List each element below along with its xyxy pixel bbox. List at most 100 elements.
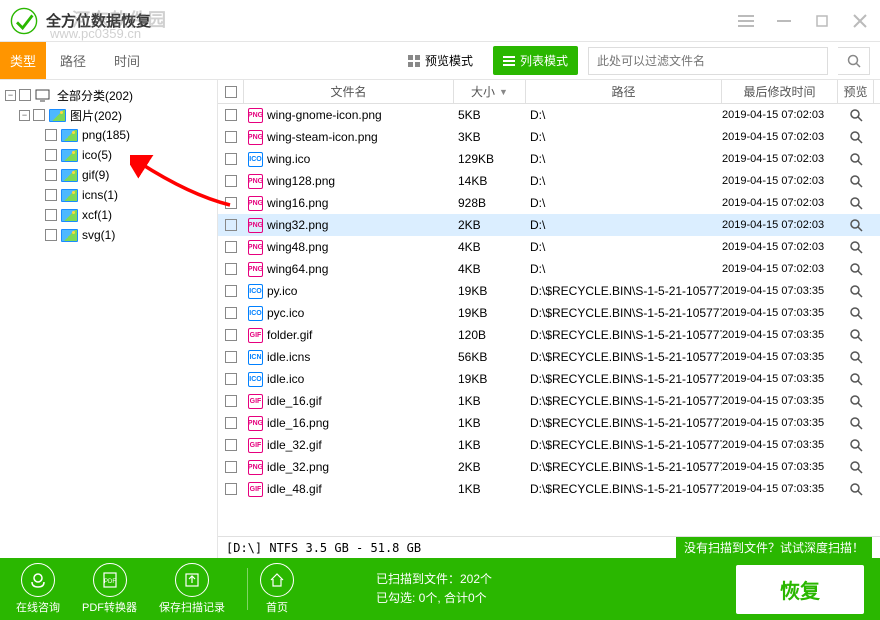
preview-button[interactable] xyxy=(838,460,874,474)
tab-time[interactable]: 时间 xyxy=(100,42,154,79)
row-checkbox[interactable] xyxy=(225,351,237,363)
home-button[interactable]: 首页 xyxy=(260,563,294,615)
preview-button[interactable] xyxy=(838,108,874,122)
tree-item[interactable]: gif(9) xyxy=(5,165,212,185)
preview-button[interactable] xyxy=(838,284,874,298)
magnifier-icon[interactable] xyxy=(849,218,863,232)
filter-search-button[interactable] xyxy=(838,47,870,75)
checkbox[interactable] xyxy=(19,89,31,101)
tree-item[interactable]: xcf(1) xyxy=(5,205,212,225)
checkbox[interactable] xyxy=(45,189,57,201)
table-row[interactable]: PNGwing32.png 2KB D:\ 2019-04-15 07:02:0… xyxy=(218,214,880,236)
row-checkbox[interactable] xyxy=(225,439,237,451)
menu-button[interactable] xyxy=(736,11,756,31)
magnifier-icon[interactable] xyxy=(849,130,863,144)
checkbox[interactable] xyxy=(33,109,45,121)
magnifier-icon[interactable] xyxy=(849,416,863,430)
preview-button[interactable] xyxy=(838,240,874,254)
row-checkbox[interactable] xyxy=(225,153,237,165)
preview-button[interactable] xyxy=(838,306,874,320)
checkbox[interactable] xyxy=(45,129,57,141)
preview-button[interactable] xyxy=(838,152,874,166)
table-row[interactable]: ICOidle.ico 19KB D:\$RECYCLE.BIN\S-1-5-2… xyxy=(218,368,880,390)
preview-button[interactable] xyxy=(838,130,874,144)
preview-button[interactable] xyxy=(838,372,874,386)
row-checkbox[interactable] xyxy=(225,263,237,275)
minimize-button[interactable] xyxy=(774,11,794,31)
row-checkbox[interactable] xyxy=(225,395,237,407)
save-scan-button[interactable]: 保存扫描记录 xyxy=(159,563,225,615)
magnifier-icon[interactable] xyxy=(849,328,863,342)
row-checkbox[interactable] xyxy=(225,197,237,209)
recover-button[interactable]: 恢复 xyxy=(736,565,864,614)
preview-button[interactable] xyxy=(838,328,874,342)
row-checkbox[interactable] xyxy=(225,373,237,385)
preview-button[interactable] xyxy=(838,438,874,452)
magnifier-icon[interactable] xyxy=(849,152,863,166)
pdf-converter-button[interactable]: PDF PDF转换器 xyxy=(82,563,137,615)
header-checkbox[interactable] xyxy=(218,80,244,103)
preview-button[interactable] xyxy=(838,218,874,232)
file-rows-container[interactable]: PNGwing-gnome-icon.png 5KB D:\ 2019-04-1… xyxy=(218,104,880,536)
preview-button[interactable] xyxy=(838,482,874,496)
row-checkbox[interactable] xyxy=(225,417,237,429)
tree-images[interactable]: − 图片(202) xyxy=(5,105,212,125)
table-row[interactable]: PNGwing-gnome-icon.png 5KB D:\ 2019-04-1… xyxy=(218,104,880,126)
table-row[interactable]: GIFidle_32.gif 1KB D:\$RECYCLE.BIN\S-1-5… xyxy=(218,434,880,456)
checkbox[interactable] xyxy=(45,229,57,241)
row-checkbox[interactable] xyxy=(225,241,237,253)
row-checkbox[interactable] xyxy=(225,461,237,473)
preview-button[interactable] xyxy=(838,350,874,364)
magnifier-icon[interactable] xyxy=(849,460,863,474)
magnifier-icon[interactable] xyxy=(849,394,863,408)
row-checkbox[interactable] xyxy=(225,109,237,121)
magnifier-icon[interactable] xyxy=(849,174,863,188)
table-row[interactable]: GIFfolder.gif 120B D:\$RECYCLE.BIN\S-1-5… xyxy=(218,324,880,346)
preview-button[interactable] xyxy=(838,394,874,408)
magnifier-icon[interactable] xyxy=(849,262,863,276)
preview-button[interactable] xyxy=(838,196,874,210)
row-checkbox[interactable] xyxy=(225,175,237,187)
table-row[interactable]: GIFidle_16.gif 1KB D:\$RECYCLE.BIN\S-1-5… xyxy=(218,390,880,412)
list-mode-button[interactable]: 列表模式 xyxy=(493,46,578,75)
magnifier-icon[interactable] xyxy=(849,372,863,386)
magnifier-icon[interactable] xyxy=(849,240,863,254)
checkbox[interactable] xyxy=(45,169,57,181)
magnifier-icon[interactable] xyxy=(849,350,863,364)
tab-path[interactable]: 路径 xyxy=(46,42,100,79)
header-mtime[interactable]: 最后修改时间 xyxy=(722,80,838,103)
row-checkbox[interactable] xyxy=(225,285,237,297)
checkbox[interactable] xyxy=(45,209,57,221)
preview-mode-button[interactable]: 预览模式 xyxy=(398,46,483,75)
table-row[interactable]: PNGwing128.png 14KB D:\ 2019-04-15 07:02… xyxy=(218,170,880,192)
collapse-icon[interactable]: − xyxy=(5,90,16,101)
collapse-icon[interactable]: − xyxy=(19,110,30,121)
header-size[interactable]: 大小▼ xyxy=(454,80,526,103)
magnifier-icon[interactable] xyxy=(849,438,863,452)
magnifier-icon[interactable] xyxy=(849,196,863,210)
deep-scan-tip[interactable]: 没有扫描到文件？试试深度扫描！ xyxy=(676,537,872,558)
row-checkbox[interactable] xyxy=(225,307,237,319)
preview-button[interactable] xyxy=(838,416,874,430)
table-row[interactable]: ICOpy.ico 19KB D:\$RECYCLE.BIN\S-1-5-21-… xyxy=(218,280,880,302)
row-checkbox[interactable] xyxy=(225,131,237,143)
online-consult-button[interactable]: 在线咨询 xyxy=(16,563,60,615)
table-row[interactable]: PNGidle_32.png 2KB D:\$RECYCLE.BIN\S-1-5… xyxy=(218,456,880,478)
close-button[interactable] xyxy=(850,11,870,31)
table-row[interactable]: GIFidle_48.gif 1KB D:\$RECYCLE.BIN\S-1-5… xyxy=(218,478,880,500)
tree-item[interactable]: png(185) xyxy=(5,125,212,145)
tab-type[interactable]: 类型 xyxy=(0,42,46,79)
table-row[interactable]: ICOwing.ico 129KB D:\ 2019-04-15 07:02:0… xyxy=(218,148,880,170)
tree-item[interactable]: icns(1) xyxy=(5,185,212,205)
preview-button[interactable] xyxy=(838,262,874,276)
table-row[interactable]: ICOpyc.ico 19KB D:\$RECYCLE.BIN\S-1-5-21… xyxy=(218,302,880,324)
maximize-button[interactable] xyxy=(812,11,832,31)
magnifier-icon[interactable] xyxy=(849,482,863,496)
tree-item[interactable]: ico(5) xyxy=(5,145,212,165)
tree-root[interactable]: − 全部分类(202) xyxy=(5,85,212,105)
preview-button[interactable] xyxy=(838,174,874,188)
row-checkbox[interactable] xyxy=(225,483,237,495)
magnifier-icon[interactable] xyxy=(849,284,863,298)
table-row[interactable]: PNGidle_16.png 1KB D:\$RECYCLE.BIN\S-1-5… xyxy=(218,412,880,434)
tree-item[interactable]: svg(1) xyxy=(5,225,212,245)
